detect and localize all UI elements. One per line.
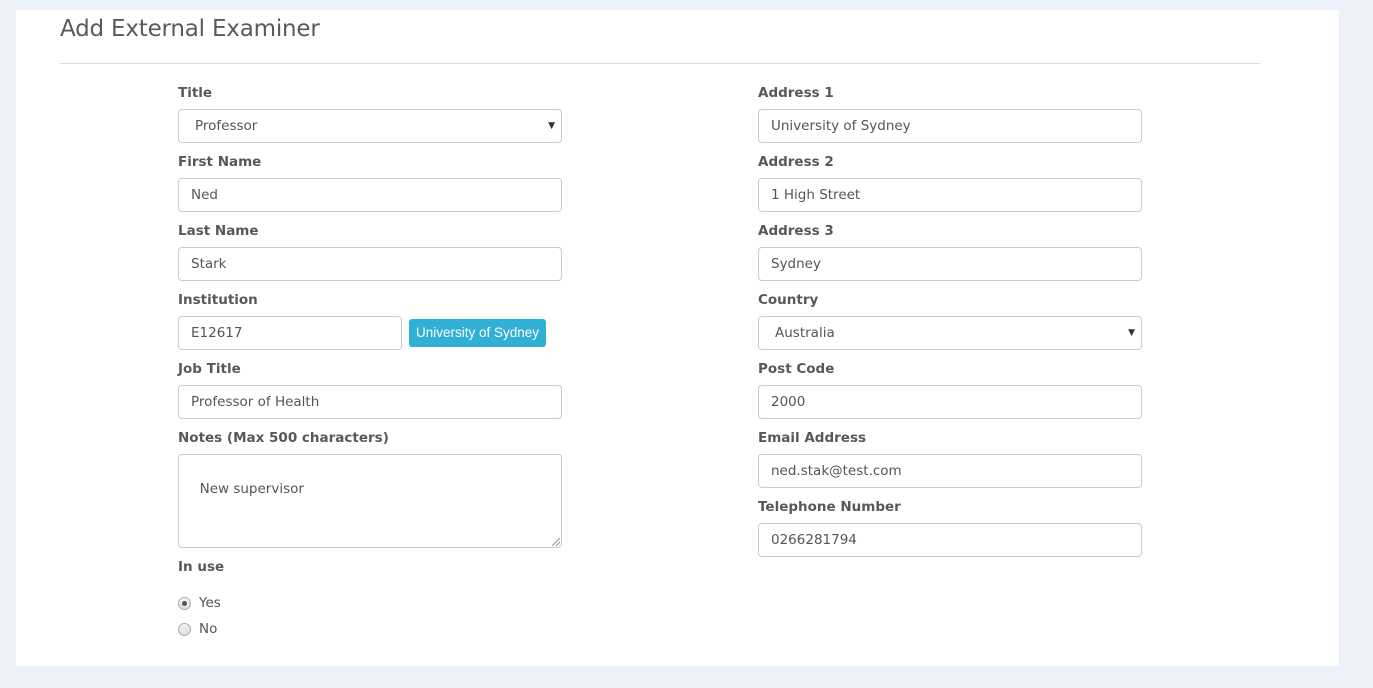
first-name-label: First Name	[178, 154, 262, 170]
post-code-label: Post Code	[758, 361, 835, 377]
resize-grip-icon[interactable]	[552, 538, 560, 546]
chevron-down-icon: ▼	[1128, 328, 1135, 338]
first-name-input[interactable]: Ned	[178, 178, 562, 212]
post-code-input[interactable]: 2000	[758, 385, 1142, 419]
page-title: Add External Examiner	[60, 16, 320, 42]
country-label: Country	[758, 292, 819, 308]
job-title-label: Job Title	[178, 361, 241, 377]
in-use-label: In use	[178, 559, 225, 575]
email-input[interactable]: ned.stak@test.com	[758, 454, 1142, 488]
address3-input[interactable]: Sydney	[758, 247, 1142, 281]
last-name-label: Last Name	[178, 223, 259, 239]
notes-textarea[interactable]: New supervisor	[178, 454, 562, 548]
in-use-no-label: No	[199, 621, 218, 637]
title-select[interactable]: Professor ▼	[178, 109, 562, 143]
last-name-input[interactable]: Stark	[178, 247, 562, 281]
country-select-value: Australia	[775, 325, 835, 341]
email-label: Email Address	[758, 430, 867, 446]
address2-label: Address 2	[758, 154, 834, 170]
address2-input[interactable]: 1 High Street	[758, 178, 1142, 212]
chevron-down-icon: ▼	[548, 121, 555, 131]
title-select-value: Professor	[195, 118, 258, 134]
in-use-yes-radio[interactable]	[178, 596, 191, 610]
telephone-input[interactable]: 0266281794	[758, 523, 1142, 557]
notes-label: Notes (Max 500 characters)	[178, 430, 389, 446]
country-select[interactable]: Australia ▼	[758, 316, 1142, 350]
address1-label: Address 1	[758, 85, 834, 101]
title-divider	[60, 63, 1260, 64]
in-use-yes-option[interactable]: Yes	[178, 595, 221, 611]
telephone-label: Telephone Number	[758, 499, 901, 515]
in-use-yes-label: Yes	[199, 595, 221, 611]
title-label: Title	[178, 85, 213, 101]
in-use-no-option[interactable]: No	[178, 621, 217, 637]
address1-input[interactable]: University of Sydney	[758, 109, 1142, 143]
institution-lookup-button[interactable]: University of Sydney	[409, 319, 547, 347]
address3-label: Address 3	[758, 223, 834, 239]
institution-input[interactable]: E12617	[178, 316, 402, 350]
in-use-no-radio[interactable]	[178, 622, 191, 636]
job-title-input[interactable]: Professor of Health	[178, 385, 562, 419]
institution-label: Institution	[178, 292, 258, 308]
notes-text: New supervisor	[199, 481, 304, 497]
